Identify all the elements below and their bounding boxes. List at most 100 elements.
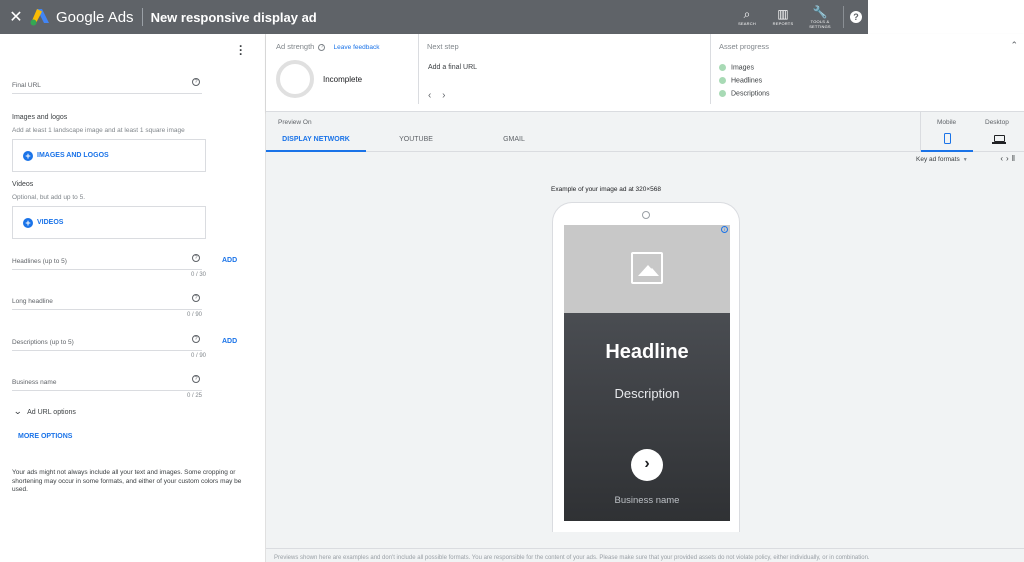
long-headline-label: Long headline <box>12 298 53 305</box>
progress-item-label: Headlines <box>731 77 763 85</box>
images-logos-button[interactable]: + IMAGES AND LOGOS <box>12 139 206 172</box>
videos-section-hint: Optional, but add up to 5. <box>12 194 85 201</box>
smartphone-icon[interactable] <box>944 133 951 144</box>
headlines-char-count: 0 / 30 <box>190 272 206 278</box>
help-circle-icon[interactable]: ? <box>192 254 200 262</box>
tab-display-network[interactable]: DISPLAY NETWORK <box>282 136 350 143</box>
status-dot-icon <box>719 64 726 71</box>
tools-divider <box>843 6 844 28</box>
page-title: New responsive display ad <box>150 9 317 25</box>
videos-section-title: Videos <box>12 181 34 188</box>
example-size-caption: Example of your image ad at 320×568 <box>551 186 662 193</box>
ad-url-options-label: Ad URL options <box>27 409 76 416</box>
search-tool-button[interactable]: ⌕ SEARCH <box>732 8 762 27</box>
key-ad-formats-dropdown[interactable]: Key ad formats ▼ <box>916 156 968 163</box>
cropping-notice: Your ads might not always include all yo… <box>12 469 242 493</box>
help-icon[interactable]: ? <box>850 11 862 23</box>
ad-description: Description <box>614 386 680 401</box>
preview-disclaimer: Previews shown here are examples and don… <box>266 548 1024 562</box>
desktop-label: Desktop <box>985 119 1009 126</box>
phone-camera <box>642 211 650 219</box>
help-circle-icon[interactable]: ? <box>318 43 326 51</box>
headlines-label: Headlines (up to 5) <box>12 258 67 265</box>
ad-strength-value: Incomplete <box>323 75 363 84</box>
ad-form-panel: · · · Final URL ? Images and logos Add at … <box>0 34 266 562</box>
header-tools: ⌕ SEARCH ▥ REPORTS 🔧 TOOLS & SETTINGS ? <box>729 0 868 34</box>
tools-label-line2: SETTINGS <box>809 23 831 29</box>
tools-settings-button[interactable]: 🔧 TOOLS & SETTINGS <box>804 4 836 29</box>
pause-icon[interactable]: ‖ <box>1012 154 1018 163</box>
ad-preview-screen: i Headline Description › Business name <box>564 225 730 521</box>
descriptions-label: Descriptions (up to 5) <box>12 339 74 346</box>
business-name-field[interactable]: Business name ? <box>12 375 202 391</box>
help-circle-icon[interactable]: ? <box>192 335 200 343</box>
status-dot-icon <box>719 77 726 84</box>
headlines-field[interactable]: Headlines (up to 5) ? <box>12 254 202 270</box>
reports-tool-label: REPORTS <box>772 21 794 26</box>
images-section-title: Images and logos <box>12 114 68 121</box>
progress-item-descriptions: Descriptions <box>719 90 770 97</box>
wrench-icon: 🔧 <box>812 4 828 19</box>
help-circle-icon[interactable]: ? <box>192 78 200 86</box>
header-divider <box>141 8 143 26</box>
top-bar: ✕ Google Ads New responsive display ad ⌕… <box>0 0 868 34</box>
brand-name: Google Ads <box>56 8 134 26</box>
progress-item-images: Images <box>719 64 754 71</box>
chevron-right-icon[interactable]: › <box>631 449 663 481</box>
chevron-up-icon[interactable]: ⌃ <box>1010 40 1018 51</box>
ad-business-name: Business name <box>614 495 680 506</box>
disclaimer-text: Previews shown here are examples and don… <box>274 555 870 561</box>
image-placeholder-icon <box>631 252 663 284</box>
images-section-hint: Add at least 1 landscape image and at le… <box>12 127 185 134</box>
chevron-down-icon: ⌄ <box>13 406 23 416</box>
reports-icon: ▥ <box>777 7 789 21</box>
asset-progress-label: Asset progress <box>719 42 770 51</box>
chevron-right-icon[interactable]: › <box>442 90 445 101</box>
search-tool-label: SEARCH <box>738 21 756 26</box>
tab-gmail[interactable]: GMAIL <box>480 136 548 143</box>
status-dot-icon <box>719 90 726 97</box>
ad-url-options-toggle[interactable]: ⌄ Ad URL options <box>13 406 76 417</box>
laptop-icon[interactable] <box>992 135 1006 144</box>
progress-item-headlines: Headlines <box>719 77 762 84</box>
next-step-value: Add a final URL <box>428 64 478 71</box>
add-headline-button[interactable]: ADD <box>222 257 237 264</box>
videos-button[interactable]: + VIDEOS <box>12 206 206 239</box>
final-url-field[interactable]: Final URL ? <box>12 78 202 94</box>
google-ads-logo-icon <box>30 9 49 26</box>
final-url-label: Final URL <box>12 82 41 89</box>
more-options-button[interactable]: MORE OPTIONS <box>18 433 72 440</box>
add-description-button[interactable]: ADD <box>222 338 237 345</box>
ad-status-panel: Ad strength ? Leave feedback Incomplete … <box>266 34 1024 112</box>
leave-feedback-link[interactable]: Leave feedback <box>334 44 380 51</box>
format-controls: ‹›‖ <box>1000 154 1018 163</box>
ad-strength-ring <box>276 60 314 98</box>
active-device-indicator <box>921 150 973 152</box>
ad-image-placeholder: i <box>564 225 730 313</box>
long-headline-char-count: 0 / 90 <box>186 312 202 318</box>
preview-area: Preview On DISPLAY NETWORK YOUTUBE GMAIL… <box>266 112 1024 562</box>
help-circle-icon[interactable]: ? <box>192 375 200 383</box>
phone-frame: i Headline Description › Business name <box>552 202 740 532</box>
reports-tool-button[interactable]: ▥ REPORTS <box>768 7 798 27</box>
ad-headline: Headline <box>605 341 689 363</box>
close-button[interactable]: ✕ <box>2 7 30 27</box>
format-toolbar: Key ad formats ▼ ‹›‖ <box>904 153 1024 167</box>
ad-text-area: Headline Description › Business name <box>564 313 730 521</box>
dropdown-arrow-icon: ▼ <box>962 157 968 163</box>
long-headline-field[interactable]: Long headline ? <box>12 294 202 310</box>
more-vert-icon[interactable]: · · · <box>239 40 243 60</box>
tab-youtube[interactable]: YOUTUBE <box>382 136 450 143</box>
next-step-nav: ‹ › <box>428 90 453 101</box>
business-name-label: Business name <box>12 379 57 386</box>
device-toggle: Mobile Desktop <box>920 112 1024 152</box>
adchoices-icon[interactable]: i <box>721 226 728 233</box>
ad-strength-label: Ad strength <box>276 42 315 51</box>
progress-item-label: Descriptions <box>731 90 770 98</box>
descriptions-field[interactable]: Descriptions (up to 5) ? <box>12 335 202 351</box>
descriptions-char-count: 0 / 90 <box>190 353 206 359</box>
add-circle-icon: + <box>23 151 33 161</box>
chevron-left-icon[interactable]: ‹ <box>428 90 431 101</box>
help-circle-icon[interactable]: ? <box>192 294 200 302</box>
add-circle-icon: + <box>23 218 33 228</box>
